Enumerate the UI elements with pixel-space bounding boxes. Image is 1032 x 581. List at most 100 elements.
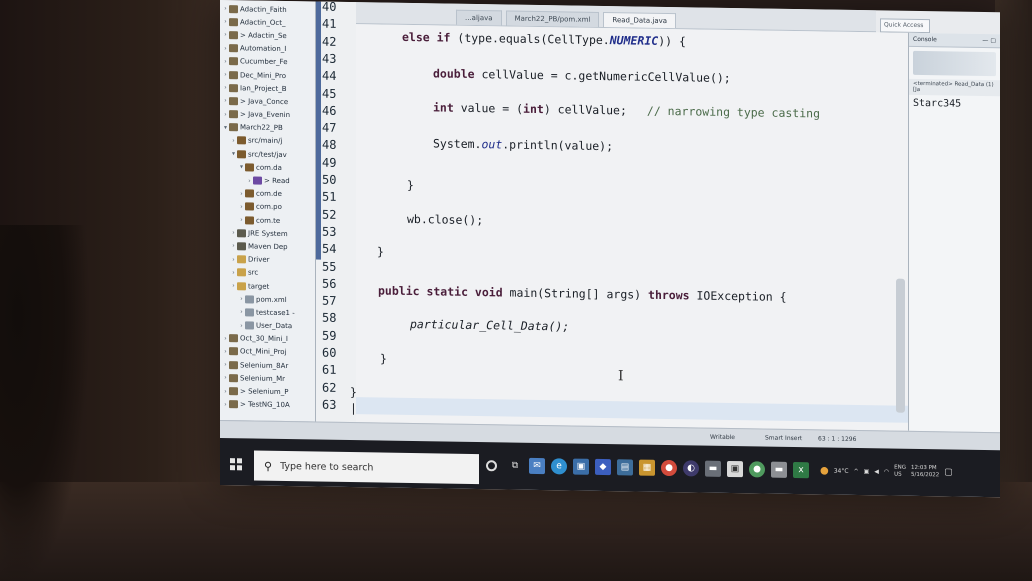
line-number: 61 bbox=[322, 362, 337, 378]
expand-arrow-right-icon[interactable]: › bbox=[238, 309, 245, 316]
line-number: 50 bbox=[322, 172, 337, 187]
person-silhouette bbox=[0, 225, 90, 581]
line-number: 55 bbox=[322, 259, 337, 274]
weather-temp[interactable]: 34°C bbox=[834, 467, 849, 474]
minimize-icon[interactable]: — ▢ bbox=[982, 37, 996, 44]
library-icon bbox=[237, 242, 246, 251]
tab-read-data-java[interactable]: Read_Data.java bbox=[603, 12, 677, 29]
app-icon[interactable]: ● bbox=[749, 461, 765, 478]
editor-vertical-scrollbar[interactable] bbox=[896, 278, 905, 413]
code-line-52: wb.close(); bbox=[407, 211, 484, 228]
expand-arrow-right-icon[interactable]: › bbox=[222, 58, 229, 65]
folder-icon bbox=[237, 281, 246, 290]
expand-arrow-right-icon[interactable]: › bbox=[222, 335, 229, 342]
expand-arrow-right-icon[interactable]: › bbox=[230, 282, 237, 289]
network-icon[interactable]: ▣ bbox=[864, 468, 870, 475]
keyword: int bbox=[523, 101, 544, 117]
expand-arrow-right-icon[interactable]: › bbox=[230, 243, 237, 250]
line-number: 60 bbox=[322, 345, 337, 360]
console-tab[interactable]: Console — ▢ bbox=[909, 32, 1000, 49]
code-line-54: } bbox=[377, 244, 384, 259]
task-view-icon[interactable]: ⧉ bbox=[507, 458, 523, 474]
console-terminated-label: <terminated> Read_Data (1) [Ja bbox=[909, 78, 1000, 97]
tab-pom-xml[interactable]: March22_PB/pom.xml bbox=[505, 10, 600, 27]
expand-arrow-right-icon[interactable]: › bbox=[238, 216, 245, 223]
project-icon bbox=[229, 360, 238, 369]
expand-arrow-down-icon[interactable]: ▾ bbox=[230, 150, 237, 157]
expand-arrow-right-icon[interactable]: › bbox=[222, 111, 229, 118]
tray-chevron-icon[interactable]: ^ bbox=[854, 467, 859, 474]
expand-arrow-down-icon[interactable]: ▾ bbox=[222, 124, 229, 131]
photos-icon[interactable]: ▤ bbox=[617, 459, 633, 476]
expand-arrow-right-icon[interactable]: › bbox=[222, 388, 229, 395]
tree-item-label: com.de bbox=[256, 189, 282, 199]
project-icon bbox=[229, 123, 238, 132]
expand-arrow-right-icon[interactable]: › bbox=[222, 5, 229, 12]
expand-arrow-right-icon[interactable]: › bbox=[230, 229, 237, 236]
files-icon[interactable]: ▦ bbox=[639, 459, 655, 476]
search-icon: ⚲ bbox=[264, 459, 273, 473]
notification-icon[interactable]: ▢ bbox=[944, 467, 953, 477]
package-icon bbox=[245, 163, 254, 172]
expand-arrow-right-icon[interactable]: › bbox=[222, 45, 229, 52]
package-explorer[interactable]: › Adactin_Faith › Adactin_Oct_ › > Adactin_Se… bbox=[220, 0, 316, 434]
keyword: throws bbox=[648, 287, 690, 303]
line-number: 41 bbox=[322, 16, 337, 32]
line-number: 53 bbox=[322, 224, 337, 239]
expand-arrow-right-icon[interactable]: › bbox=[238, 296, 245, 303]
edge-icon[interactable]: e bbox=[551, 458, 567, 475]
expand-arrow-right-icon[interactable]: › bbox=[222, 84, 229, 91]
app-icon[interactable]: ▬ bbox=[771, 461, 787, 478]
line-number: 44 bbox=[322, 68, 337, 84]
expand-arrow-right-icon[interactable]: › bbox=[222, 97, 229, 104]
expand-arrow-right-icon[interactable]: › bbox=[230, 269, 237, 276]
line-number: 54 bbox=[322, 241, 337, 257]
static-field: out bbox=[481, 137, 503, 152]
clock-date: 5/16/2022 bbox=[911, 471, 940, 479]
console-toolbar[interactable] bbox=[913, 50, 996, 77]
code-editor[interactable] bbox=[356, 24, 908, 431]
cortana-icon[interactable] bbox=[486, 459, 497, 471]
taskbar-clock[interactable]: 12:03 PM 5/16/2022 bbox=[911, 465, 939, 479]
expand-arrow-right-icon[interactable]: › bbox=[222, 18, 229, 25]
tab-java-file[interactable]: ...aljava bbox=[456, 9, 502, 26]
expand-arrow-right-icon[interactable]: › bbox=[238, 190, 245, 197]
windows-start-icon[interactable] bbox=[230, 458, 242, 471]
expand-arrow-right-icon[interactable]: › bbox=[230, 256, 237, 263]
tree-item-label: User_Data bbox=[256, 321, 293, 331]
expand-arrow-right-icon[interactable]: › bbox=[238, 203, 245, 210]
store-icon[interactable]: ▣ bbox=[573, 458, 589, 475]
expand-arrow-right-icon[interactable]: › bbox=[222, 32, 229, 39]
expand-arrow-right-icon[interactable]: › bbox=[222, 71, 229, 78]
tree-item-label: Dec_Mini_Pro bbox=[240, 70, 287, 80]
eclipse-icon[interactable]: ◐ bbox=[683, 460, 699, 477]
tree-item[interactable]: › > TestNG_10A bbox=[220, 398, 315, 413]
volume-icon[interactable]: ◀ bbox=[874, 468, 879, 475]
room-background-bottom bbox=[0, 482, 1032, 581]
notepad-icon[interactable]: ▣ bbox=[727, 460, 743, 478]
app-icon[interactable]: ▬ bbox=[705, 460, 721, 477]
expand-arrow-right-icon[interactable]: › bbox=[222, 374, 229, 381]
line-number: 46 bbox=[322, 103, 337, 118]
taskbar-search-placeholder: Type here to search bbox=[280, 460, 374, 473]
expand-arrow-right-icon[interactable]: › bbox=[246, 177, 253, 184]
wifi-icon[interactable]: ◠ bbox=[884, 468, 889, 475]
console-view: Console — ▢ <terminated> Read_Data (1) [… bbox=[908, 32, 1000, 433]
expand-arrow-right-icon[interactable]: › bbox=[230, 137, 237, 144]
expand-arrow-down-icon[interactable]: ▾ bbox=[238, 164, 245, 171]
line-number: 62 bbox=[322, 380, 337, 395]
taskbar-search-box[interactable]: ⚲ Type here to search bbox=[254, 450, 479, 485]
expand-arrow-right-icon[interactable]: › bbox=[222, 361, 229, 368]
expand-arrow-right-icon[interactable]: › bbox=[238, 322, 245, 329]
excel-icon[interactable]: x bbox=[793, 462, 809, 479]
project-icon bbox=[229, 70, 238, 79]
quick-access-input[interactable]: Quick Access bbox=[880, 18, 930, 34]
language-indicator[interactable]: ENG US bbox=[894, 465, 906, 479]
file-icon bbox=[245, 295, 254, 304]
mail-icon[interactable]: ✉ bbox=[529, 457, 545, 475]
weather-icon[interactable]: ● bbox=[820, 465, 829, 476]
chrome-icon[interactable]: ● bbox=[661, 459, 677, 477]
expand-arrow-right-icon[interactable]: › bbox=[222, 348, 229, 355]
expand-arrow-right-icon[interactable]: › bbox=[222, 401, 229, 408]
app-icon[interactable]: ◆ bbox=[595, 458, 611, 476]
